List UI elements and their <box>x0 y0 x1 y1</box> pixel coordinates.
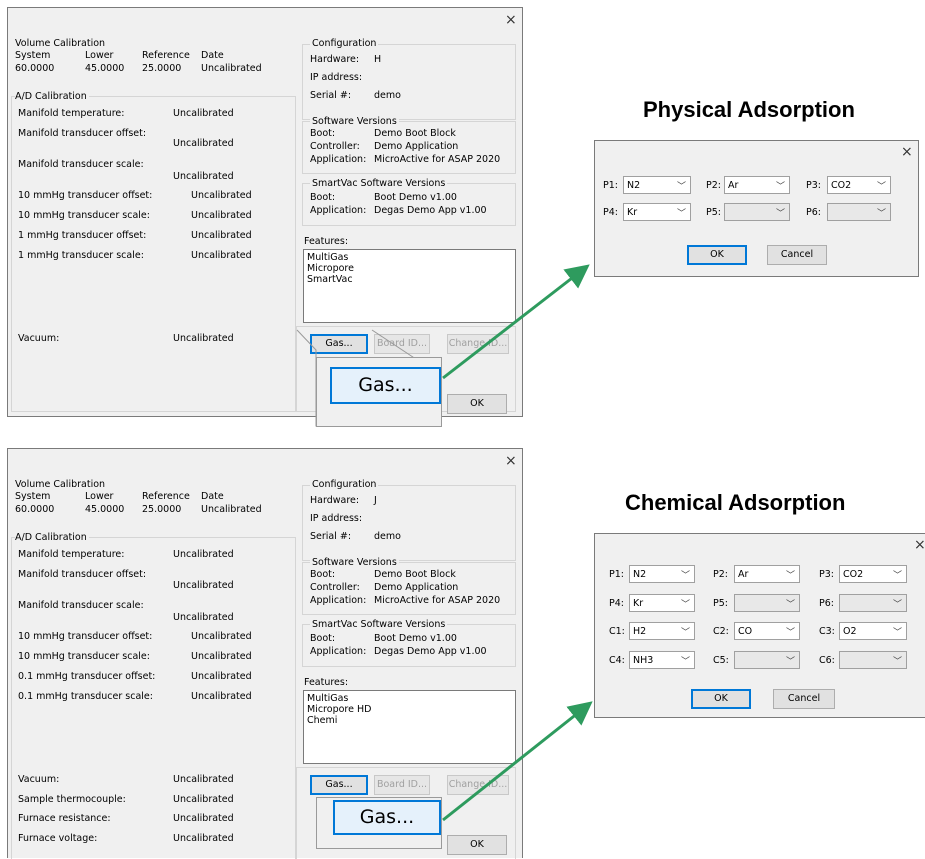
arrow-physical <box>442 264 590 380</box>
arrow-overlay <box>442 264 593 822</box>
arrow-chemical <box>442 701 593 822</box>
